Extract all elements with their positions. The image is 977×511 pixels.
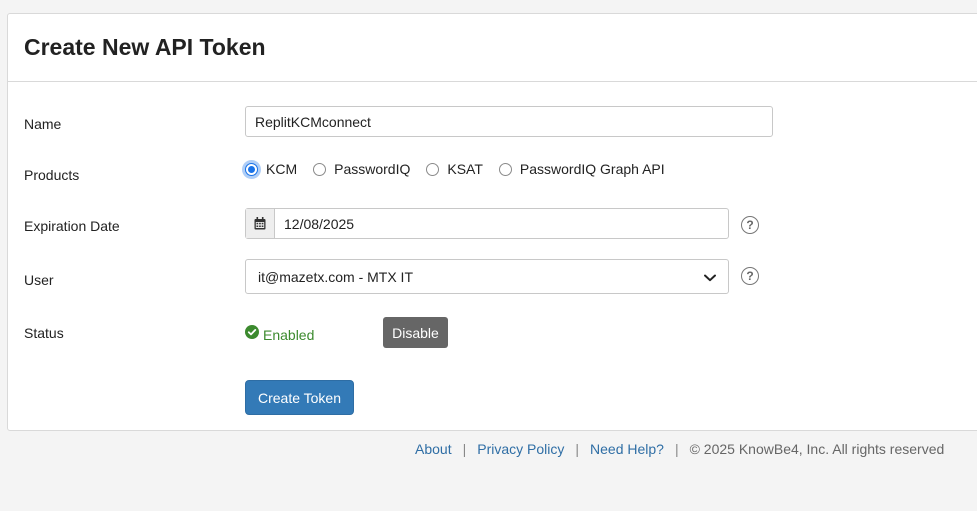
name-input[interactable] [245, 106, 773, 137]
expiration-help-icon[interactable]: ? [741, 216, 759, 234]
footer-link-about[interactable]: About [415, 441, 452, 457]
radio-label-passwordiq-graph-api: PasswordIQ Graph API [519, 161, 665, 177]
footer: About | Privacy Policy | Need Help? | © … [415, 441, 944, 457]
radio-passwordiq-graph-api[interactable] [498, 162, 512, 176]
status-indicator: Enabled [245, 325, 314, 344]
radio-passwordiq[interactable] [313, 162, 327, 176]
disable-button[interactable]: Disable [383, 317, 448, 348]
create-token-button[interactable]: Create Token [245, 380, 354, 415]
footer-separator: | [575, 441, 580, 457]
product-option-passwordiq-graph-api[interactable]: PasswordIQ Graph API [498, 161, 665, 177]
calendar-icon[interactable] [246, 209, 275, 238]
user-help-icon[interactable]: ? [741, 267, 759, 285]
radio-ksat[interactable] [426, 162, 440, 176]
product-option-kcm[interactable]: KCM [245, 161, 297, 177]
expiration-date-input[interactable] [275, 209, 728, 238]
expiration-date-label: Expiration Date [24, 218, 120, 234]
create-token-card: Create New API Token Name Products KCM P… [7, 13, 977, 431]
products-radio-group: KCM PasswordIQ KSAT PasswordIQ Graph API [245, 159, 681, 179]
name-label: Name [24, 116, 62, 132]
footer-copyright: © 2025 KnowBe4, Inc. All rights reserved [689, 441, 945, 457]
chevron-down-icon [704, 269, 716, 285]
radio-label-passwordiq: PasswordIQ [334, 161, 411, 177]
user-label: User [24, 272, 54, 288]
footer-link-privacy-policy[interactable]: Privacy Policy [477, 441, 564, 457]
radio-label-kcm: KCM [266, 161, 298, 177]
radio-label-ksat: KSAT [447, 161, 483, 177]
status-label: Status [24, 325, 64, 341]
page-title: Create New API Token [24, 34, 266, 60]
status-value: Enabled [263, 326, 315, 343]
products-label: Products [24, 167, 80, 183]
user-select-value: it@mazetx.com - MTX IT [258, 268, 413, 285]
radio-kcm[interactable] [245, 162, 258, 176]
footer-link-need-help[interactable]: Need Help? [590, 441, 664, 457]
user-select[interactable]: it@mazetx.com - MTX IT [245, 259, 729, 294]
footer-separator: | [462, 441, 467, 457]
check-circle-icon [245, 325, 259, 344]
expiration-date-field [245, 208, 729, 239]
card-header: Create New API Token [8, 14, 977, 82]
footer-separator: | [674, 441, 679, 457]
product-option-ksat[interactable]: KSAT [426, 161, 483, 177]
product-option-passwordiq[interactable]: PasswordIQ [313, 161, 410, 177]
